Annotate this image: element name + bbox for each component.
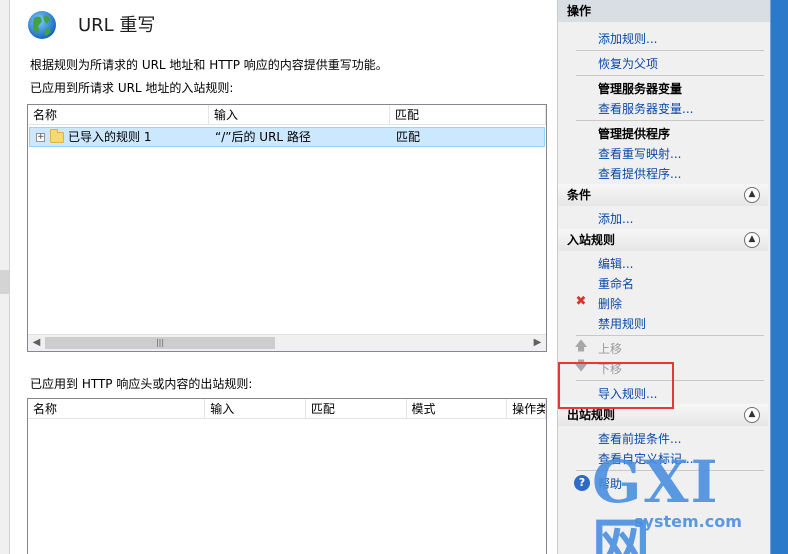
outbound-grid-header: 名称 输入 匹配 模式 操作类	[28, 399, 546, 419]
delete-icon: ✖	[575, 294, 587, 309]
add-condition-link[interactable]: 添加...	[598, 210, 633, 227]
inbound-rules-label: 已应用到所请求 URL 地址的入站规则:	[30, 81, 234, 95]
rule-name: 已导入的规则 1	[68, 130, 152, 144]
column-header-input[interactable]: 输入	[209, 105, 390, 125]
collapse-icon[interactable]: ▲	[744, 232, 760, 248]
watermark-logo: GXI网	[592, 448, 720, 554]
outbound-rules-grid[interactable]: 名称 输入 匹配 模式 操作类	[27, 398, 547, 554]
inbound-rules-grid[interactable]: 名称 输入 匹配 + 已导入的规则 1 “/”后的 URL 路径 匹配 ◀ |||…	[27, 104, 547, 352]
disable-rule-link[interactable]: 禁用规则	[598, 315, 646, 332]
folder-icon	[50, 129, 64, 143]
watermark-subtitle: system.com	[634, 512, 742, 531]
feature-description: 根据规则为所请求的 URL 地址和 HTTP 响应的内容提供重写功能。	[30, 58, 388, 72]
right-edge-strip	[770, 0, 788, 554]
view-server-variables-link[interactable]: 查看服务器变量...	[598, 100, 693, 117]
arrow-up-icon: 🡅	[574, 339, 588, 354]
main-pane: URL 重写 根据规则为所请求的 URL 地址和 HTTP 响应的内容提供重写功…	[10, 0, 557, 554]
rename-rule-link[interactable]: 重命名	[598, 275, 634, 292]
conditions-title: 条件	[567, 188, 592, 202]
outbound-rules-title: 出站规则	[567, 408, 616, 422]
collapse-icon[interactable]: ▲	[744, 187, 760, 203]
separator	[576, 335, 764, 336]
rule-match-cell: 匹配	[396, 130, 421, 144]
separator	[576, 120, 764, 121]
delete-rule-link[interactable]: 删除	[598, 295, 622, 312]
inbound-grid-header: 名称 输入 匹配	[28, 105, 546, 125]
table-row[interactable]: + 已导入的规则 1 “/”后的 URL 路径 匹配	[29, 127, 545, 147]
revert-to-parent-link[interactable]: 恢复为父项	[598, 55, 658, 72]
separator	[576, 50, 764, 51]
left-scrollbar[interactable]	[0, 0, 10, 554]
manage-server-variables-heading: 管理服务器变量	[598, 82, 683, 96]
view-preconditions-link[interactable]: 查看前提条件...	[598, 430, 681, 447]
highlight-annotation	[558, 362, 674, 409]
column-header-name[interactable]: 名称	[28, 105, 209, 125]
scroll-right-icon[interactable]: ▶	[529, 335, 546, 351]
watermark: GXI网 system.com	[592, 450, 762, 554]
column-header-action-type[interactable]: 操作类	[507, 399, 546, 419]
column-header-match[interactable]: 匹配	[390, 105, 546, 125]
scroll-left-icon[interactable]: ◀	[28, 335, 45, 351]
move-up-link[interactable]: 上移	[598, 340, 622, 357]
view-providers-link[interactable]: 查看提供程序...	[598, 165, 681, 182]
add-rule-link[interactable]: 添加规则...	[598, 30, 657, 47]
separator	[576, 75, 764, 76]
left-scroll-thumb[interactable]	[0, 270, 9, 294]
conditions-section-header[interactable]: 条件 ▲	[558, 184, 768, 206]
view-rewrite-maps-link[interactable]: 查看重写映射...	[598, 145, 681, 162]
column-header-match[interactable]: 匹配	[306, 399, 407, 419]
rule-input-cell: “/”后的 URL 路径	[215, 130, 311, 144]
actions-title: 操作	[558, 0, 770, 22]
scroll-thumb[interactable]: |||	[45, 337, 275, 349]
column-header-mode[interactable]: 模式	[407, 399, 508, 419]
column-header-name[interactable]: 名称	[28, 399, 206, 419]
outbound-rules-label: 已应用到 HTTP 响应头或内容的出站规则:	[30, 377, 253, 391]
inbound-rules-section-header[interactable]: 入站规则 ▲	[558, 229, 768, 251]
expand-icon[interactable]: +	[36, 133, 45, 142]
edit-rule-link[interactable]: 编辑...	[598, 255, 633, 272]
collapse-icon[interactable]: ▲	[744, 407, 760, 423]
inbound-horizontal-scrollbar[interactable]: ◀ ||| ▶	[28, 334, 546, 351]
help-icon[interactable]: ?	[574, 475, 590, 491]
column-header-input[interactable]: 输入	[205, 399, 306, 419]
inbound-rules-title: 入站规则	[567, 233, 616, 247]
globe-icon	[28, 11, 56, 39]
page-title: URL 重写	[78, 15, 156, 36]
rule-name-cell: + 已导入的规则 1	[30, 128, 210, 146]
manage-providers-heading: 管理提供程序	[598, 127, 671, 141]
